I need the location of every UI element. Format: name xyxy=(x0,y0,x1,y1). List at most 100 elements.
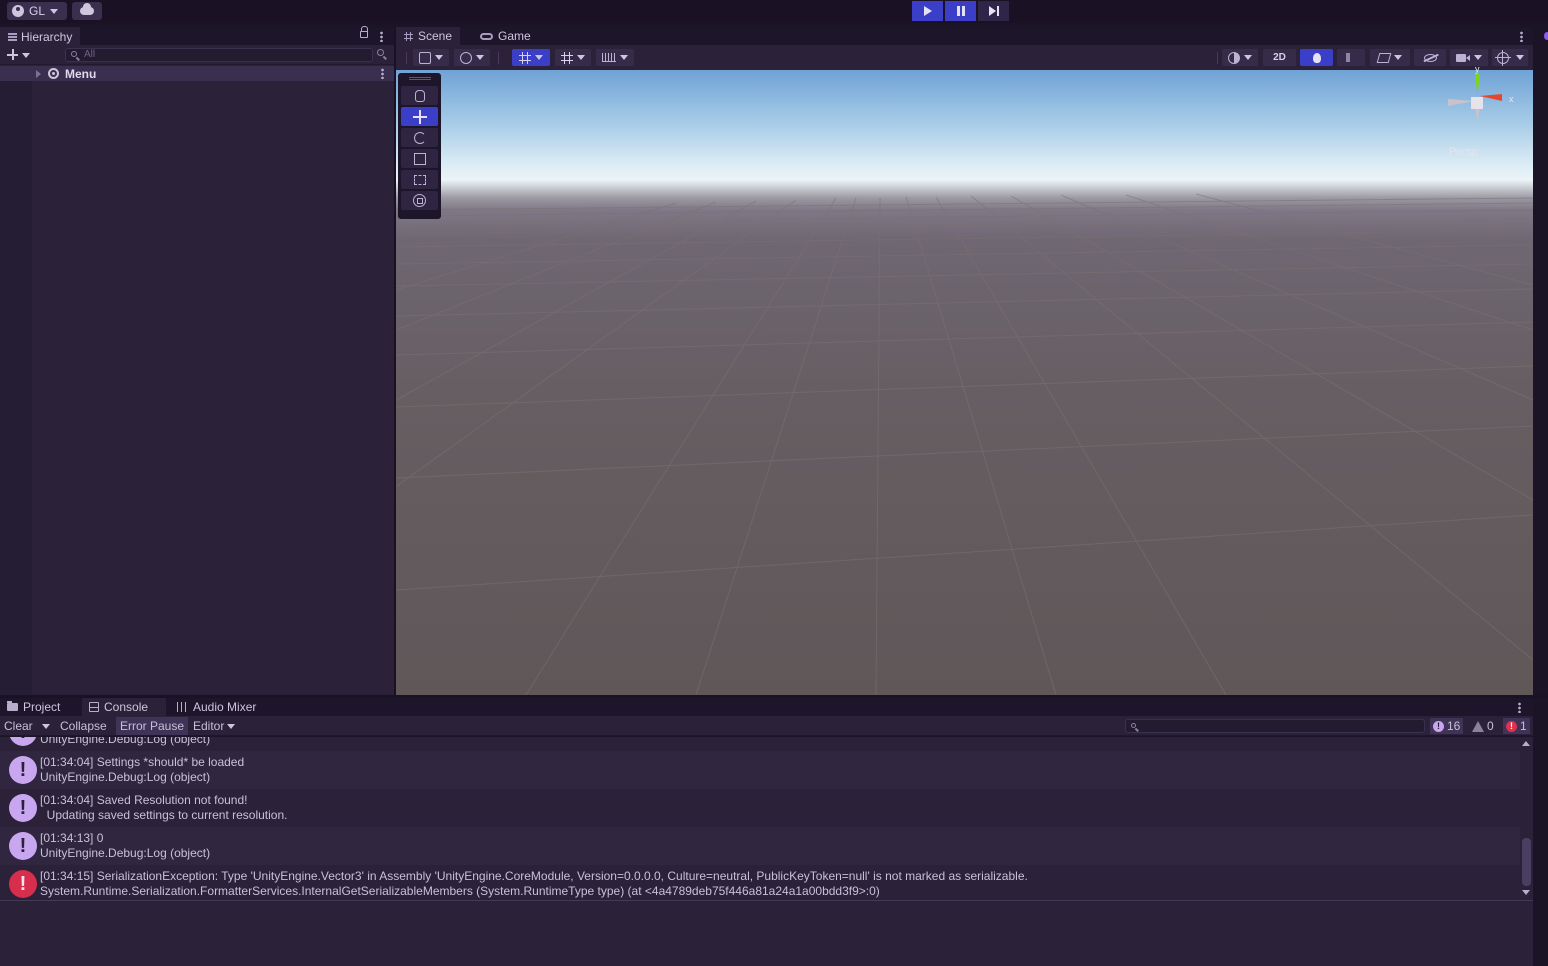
lock-icon[interactable] xyxy=(360,26,368,38)
log-text: [01:34:15] SerializationException: Type … xyxy=(40,869,1028,898)
item-menu-icon[interactable] xyxy=(381,68,384,79)
tool-palette xyxy=(398,73,441,219)
play-icon xyxy=(923,6,932,16)
gizmo-neg-x-axis[interactable] xyxy=(1448,99,1475,106)
tab-game-label: Game xyxy=(498,29,531,43)
tab-scene-label: Scene xyxy=(418,29,453,43)
lighting-toggle-button[interactable] xyxy=(1300,49,1333,66)
scene-tabbar: Scene Game xyxy=(396,27,1534,45)
scene-search-icon[interactable] xyxy=(377,49,384,56)
camera-settings-button[interactable] xyxy=(1450,49,1488,66)
chevron-down-icon xyxy=(476,55,484,60)
chevron-down-icon xyxy=(620,55,628,60)
editor-dropdown[interactable]: Editor xyxy=(189,717,239,735)
scale-tool-button[interactable] xyxy=(401,149,438,168)
grid-icon xyxy=(561,51,573,64)
layers-icon xyxy=(1376,52,1392,63)
shading-mode-button[interactable] xyxy=(1222,49,1258,66)
bottom-tabbar: Project Console Audio Mixer xyxy=(0,698,1533,716)
gizmo-y-label: y xyxy=(1475,66,1480,74)
rotate-tool-button[interactable] xyxy=(401,128,438,147)
log-entry[interactable]: ! UnityEngine.Debug:Log (object) xyxy=(0,737,1520,751)
audio-mute-icon xyxy=(1346,53,1356,62)
gizmo-center[interactable] xyxy=(1471,97,1483,109)
clear-options-dropdown[interactable] xyxy=(38,717,54,735)
clear-button[interactable]: Clear xyxy=(0,717,37,735)
console-search-input[interactable] xyxy=(1125,719,1425,733)
account-dropdown[interactable]: GL xyxy=(7,2,67,20)
console-detail-area[interactable] xyxy=(0,901,1533,966)
chevron-down-icon[interactable] xyxy=(22,53,30,58)
log-entry[interactable]: ! [01:34:13] 0 UnityEngine.Debug:Log (ob… xyxy=(0,827,1520,865)
move-tool-button[interactable] xyxy=(401,107,438,126)
log-entry-error[interactable]: ! [01:34:15] SerializationException: Typ… xyxy=(0,865,1520,902)
collapse-button[interactable]: Collapse xyxy=(56,717,111,735)
playmode-controls xyxy=(912,1,1009,21)
grid-icon xyxy=(519,51,531,64)
drag-handle[interactable] xyxy=(408,77,431,80)
scrollbar-thumb[interactable] xyxy=(1522,838,1531,886)
hidden-eye-icon xyxy=(1423,53,1437,62)
error-count: 1 xyxy=(1520,719,1527,733)
panel-menu-icon[interactable] xyxy=(380,31,383,42)
tab-game[interactable]: Game xyxy=(472,27,539,45)
increment-snap-button[interactable] xyxy=(596,49,634,66)
error-pause-button[interactable]: Error Pause xyxy=(116,717,189,735)
info-icon: ! xyxy=(9,832,37,860)
step-icon xyxy=(988,6,999,16)
audio-toggle-button[interactable] xyxy=(1337,49,1365,66)
hierarchy-item-menu[interactable]: Menu xyxy=(0,66,394,81)
scroll-up-icon[interactable] xyxy=(1522,741,1530,746)
tab-audio-mixer[interactable]: Audio Mixer xyxy=(170,698,263,716)
info-icon: ! xyxy=(9,794,37,822)
gizmos-button[interactable] xyxy=(1492,49,1528,66)
play-button[interactable] xyxy=(912,1,943,21)
add-icon[interactable] xyxy=(7,49,18,60)
step-button[interactable] xyxy=(978,1,1009,21)
orientation-gizmo[interactable]: y x xyxy=(1440,64,1520,131)
tab-scene[interactable]: Scene xyxy=(396,27,461,45)
tab-project[interactable]: Project xyxy=(0,698,67,716)
hand-tool-button[interactable] xyxy=(401,86,438,105)
error-icon: ! xyxy=(1506,720,1517,732)
transform-tool-button[interactable] xyxy=(401,191,438,210)
cloud-button[interactable] xyxy=(72,2,102,20)
panel-menu-icon[interactable] xyxy=(1518,702,1521,713)
log-entry[interactable]: ! [01:34:04] Settings *should* be loaded… xyxy=(0,751,1520,789)
error-count-toggle[interactable]: ! 1 xyxy=(1503,718,1530,734)
error-pause-label: Error Pause xyxy=(120,719,185,733)
info-count-toggle[interactable]: ! 16 xyxy=(1430,718,1464,734)
tab-hierarchy[interactable]: Hierarchy xyxy=(0,27,81,45)
effects-button[interactable] xyxy=(1370,49,1410,66)
hierarchy-gutter xyxy=(0,73,32,695)
log-text: [01:34:13] 0 UnityEngine.Debug:Log (obje… xyxy=(40,831,211,860)
tab-console[interactable]: Console xyxy=(82,698,166,716)
pause-button[interactable] xyxy=(945,1,976,21)
grid-visibility-button[interactable] xyxy=(555,49,591,66)
draw-mode-button[interactable] xyxy=(413,49,449,66)
global-toggle-button[interactable] xyxy=(454,49,490,66)
top-toolbar: GL xyxy=(0,0,1548,23)
rect-tool-button[interactable] xyxy=(401,170,438,189)
error-icon: ! xyxy=(9,870,37,898)
projection-label[interactable]: Persp xyxy=(1449,146,1478,158)
scroll-down-icon[interactable] xyxy=(1522,890,1530,895)
gizmo-x-label: x xyxy=(1509,94,1514,104)
persp-text: Persp xyxy=(1449,146,1478,158)
grid-snap-button[interactable] xyxy=(512,49,550,66)
chevron-down-icon xyxy=(1244,55,1252,60)
scale-icon xyxy=(413,152,426,165)
side-indicator xyxy=(1544,32,1548,40)
gizmo-y-axis[interactable] xyxy=(1475,74,1480,96)
log-entry[interactable]: ! [01:34:04] Saved Resolution not found!… xyxy=(0,789,1520,827)
pause-icon xyxy=(956,6,965,16)
hierarchy-search-input[interactable]: All xyxy=(65,48,373,62)
gizmo-x-axis[interactable] xyxy=(1480,94,1502,101)
warning-count-toggle[interactable]: 0 xyxy=(1469,718,1497,734)
scene-viewport[interactable] xyxy=(396,70,1533,695)
visibility-toggle-button[interactable] xyxy=(1414,49,1446,66)
account-label: GL xyxy=(29,4,46,18)
toggle-2d-button[interactable]: 2D xyxy=(1263,49,1296,66)
expand-arrow-icon[interactable] xyxy=(36,69,41,78)
panel-menu-icon[interactable] xyxy=(1520,31,1523,42)
